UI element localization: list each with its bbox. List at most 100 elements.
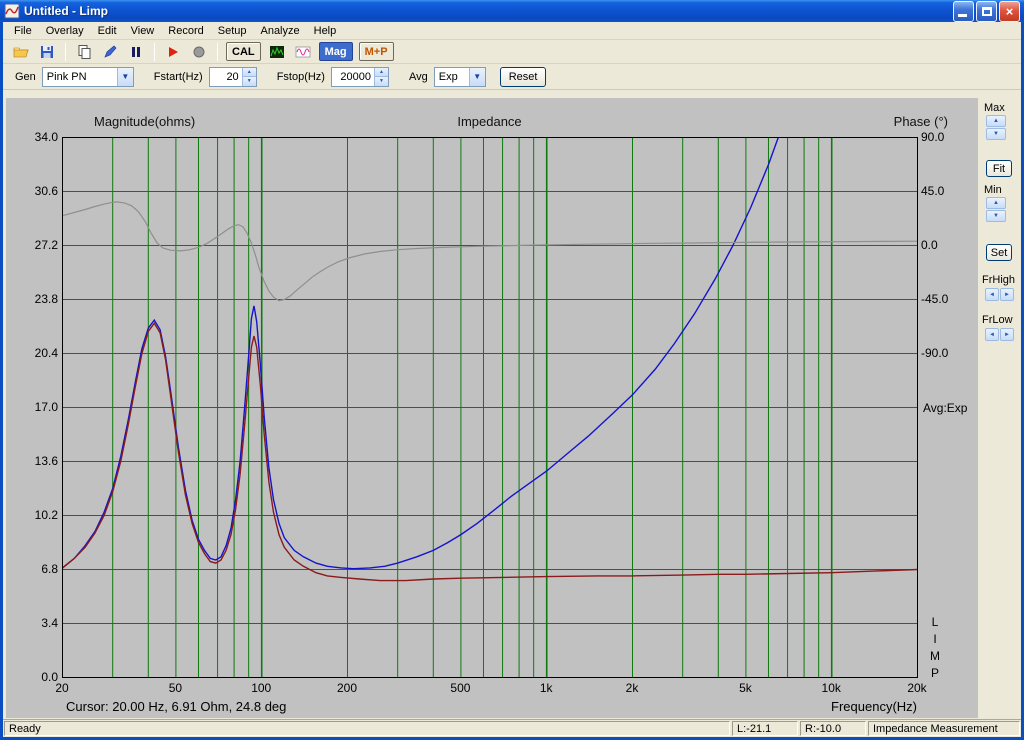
sine-wave-icon [295,46,310,57]
limp-letter: P [930,666,939,680]
mag-tick-label: 6.8 [41,562,58,576]
phase-tick-label: 0.0 [921,238,938,252]
stop-button[interactable] [189,42,209,62]
frlow-stepper: ◄ ► [985,328,1015,341]
limp-letter: I [933,632,937,646]
fit-button[interactable]: Fit [986,160,1012,177]
averaging-value: Exp [438,70,458,83]
frhigh-right-icon[interactable]: ► [1000,288,1014,301]
averaging-select[interactable]: Exp ▼ [433,66,486,87]
fstop-down-icon[interactable]: ▼ [374,77,388,86]
magnitude-mode-button[interactable]: Mag [318,42,353,61]
max-stepper: ▲ ▼ [986,115,1006,141]
status-right-level: R:-10.0 [800,721,866,736]
record-play-icon [169,46,178,57]
x-axis-title: Frequency(Hz) [831,699,917,714]
copy-button[interactable] [74,42,94,62]
fstop-stepper[interactable]: 20000 ▲ ▼ [330,66,389,87]
gen-label: Gen [15,70,36,83]
max-down-icon[interactable]: ▼ [986,128,1006,140]
avg-label: Avg [408,70,428,83]
curve-impedance-magnitude [62,137,780,570]
mag-tick-label: 17.0 [34,400,58,414]
fstart-up-icon[interactable]: ▲ [242,67,256,77]
menu-overlay[interactable]: Overlay [39,24,91,38]
toolbar-separator [154,42,155,61]
spectrum-icon [269,45,284,58]
minimize-button[interactable] [953,0,974,22]
freq-tick-label: 50 [168,681,183,695]
status-left-level: L:-21.1 [732,721,798,736]
save-button[interactable] [37,42,57,62]
freq-tick-label: 5k [739,681,752,695]
min-down-icon[interactable]: ▼ [986,210,1006,222]
fstart-value: 20 [226,70,239,83]
menu-setup[interactable]: Setup [211,24,254,38]
frhigh-label: FrHigh [982,274,1016,286]
fstop-value: 20000 [340,70,371,83]
menubar: File Overlay Edit View Record Setup Analyze Hel… [3,22,1021,40]
menu-file[interactable]: File [7,24,39,38]
right-axis-title: Phase (°) [893,114,948,129]
generator-value: Pink PN [46,70,87,83]
frhigh-left-icon[interactable]: ◄ [985,288,999,301]
menu-analyze[interactable]: Analyze [253,24,306,38]
chevron-down-icon[interactable]: ▼ [468,67,485,86]
fstart-stepper[interactable]: 20 ▲ ▼ [208,66,257,87]
generator-select[interactable]: Pink PN ▼ [41,66,134,87]
mag-tick-label: 30.6 [34,184,58,198]
toolbar-separator [65,42,66,61]
chart-title: Impedance [457,114,522,129]
calibrate-button[interactable]: CAL [226,42,261,61]
freq-tick-label: 1k [539,681,553,695]
min-up-icon[interactable]: ▲ [986,197,1006,209]
cursor-readout: Cursor: 20.00 Hz, 6.91 Ohm, 24.8 deg [66,699,287,714]
fstop-label: Fstop(Hz) [276,70,325,83]
signal-view-button[interactable] [293,42,313,62]
app-icon [4,3,20,19]
impedance-plot[interactable] [62,137,918,678]
close-icon: × [1005,3,1014,19]
phase-tick-label: 45.0 [921,184,945,198]
pen-icon [104,45,117,58]
curve-impedance-phase [62,201,918,302]
spectrum-view-button[interactable] [267,42,287,62]
freq-tick-label: 2k [625,681,639,695]
chevron-down-icon[interactable]: ▼ [116,67,133,86]
scale-controls: Max ▲ ▼ Fit Min ▲ ▼ Set FrHigh ◄ ► FrLow… [980,98,1022,718]
close-button[interactable]: × [999,0,1020,22]
open-file-button[interactable] [11,42,31,62]
menu-help[interactable]: Help [307,24,344,38]
copy-icon [78,44,91,59]
pause-button[interactable] [126,42,146,62]
min-label: Min [984,184,1002,196]
menu-edit[interactable]: Edit [91,24,124,38]
mag-tick-label: 3.4 [41,616,58,630]
max-up-icon[interactable]: ▲ [986,115,1006,127]
frlow-right-icon[interactable]: ► [1000,328,1014,341]
window-title: Untitled - Limp [24,4,108,18]
limp-letter: M [930,649,940,663]
magnitude-phase-mode-button[interactable]: M+P [358,42,394,61]
maximize-button[interactable] [976,0,997,22]
menu-view[interactable]: View [124,24,162,38]
menu-record[interactable]: Record [161,24,210,38]
fstop-up-icon[interactable]: ▲ [374,67,388,77]
mag-tick-label: 27.2 [34,238,58,252]
mag-tick-label: 23.8 [34,292,58,306]
phase-tick-label: 90.0 [921,130,945,144]
reset-button[interactable]: Reset [499,66,547,87]
record-button[interactable] [163,42,183,62]
freq-tick-label: 10k [821,681,841,695]
edit-button[interactable] [100,42,120,62]
fstart-down-icon[interactable]: ▼ [242,77,256,86]
frlow-left-icon[interactable]: ◄ [985,328,999,341]
stop-circle-icon [193,46,205,57]
frlow-label: FrLow [982,314,1013,326]
set-button[interactable]: Set [986,244,1012,261]
frhigh-stepper: ◄ ► [985,288,1015,301]
toolbar-main: CAL Mag M+P [3,40,1021,64]
mag-tick-label: 13.6 [34,454,58,468]
folder-open-icon [13,47,29,57]
titlebar[interactable]: Untitled - Limp × [0,0,1024,22]
